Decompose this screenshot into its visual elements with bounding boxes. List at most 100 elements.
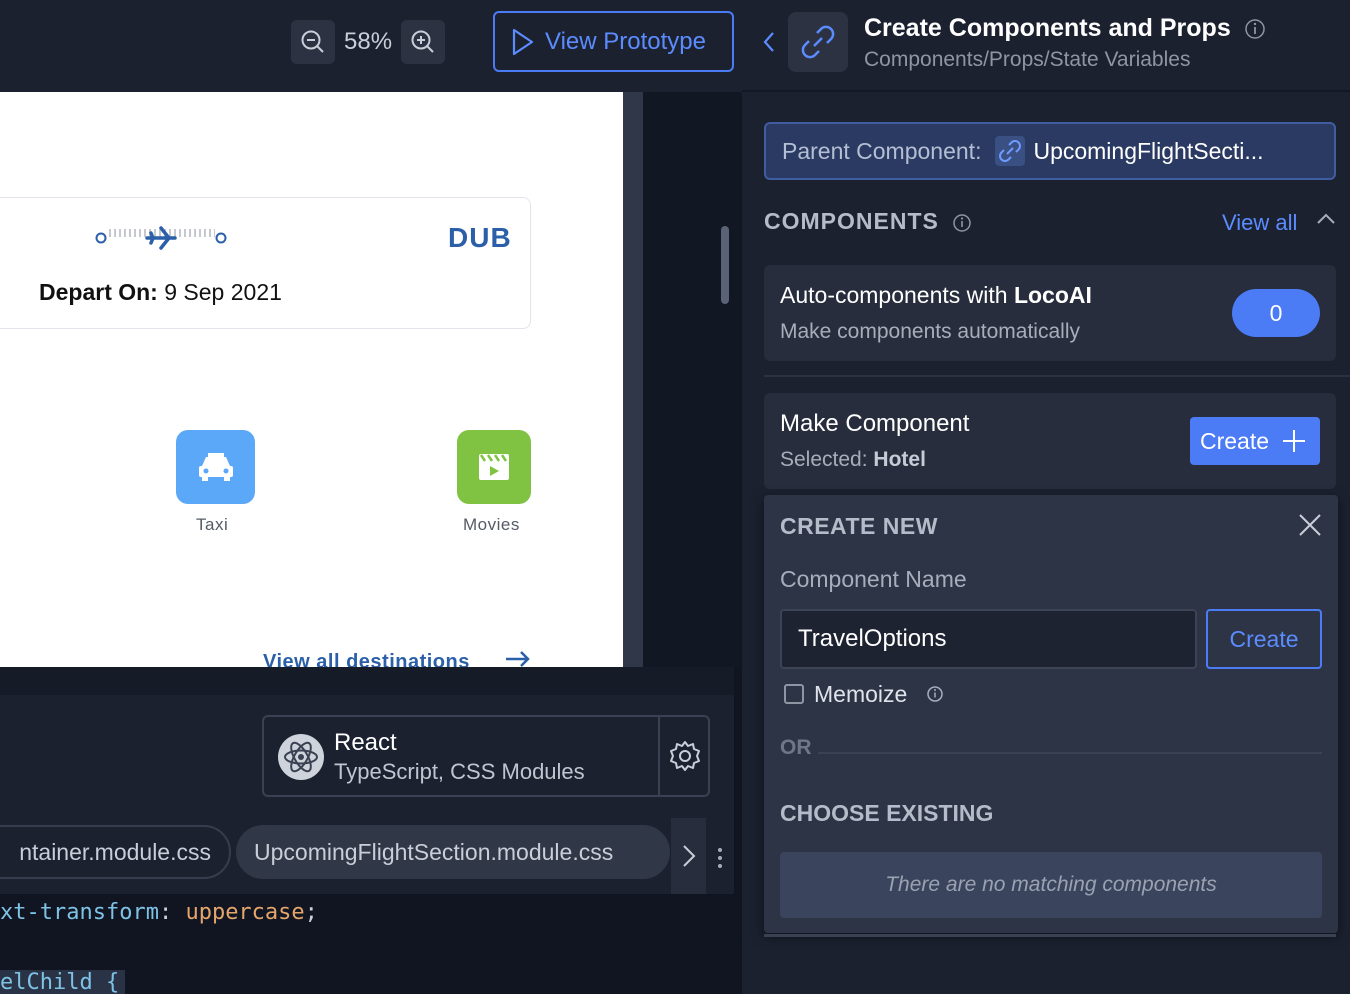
components-heading-text: COMPONENTS	[764, 208, 939, 234]
movies-tile[interactable]	[457, 430, 531, 504]
auto-title-brand: LocoAI	[1013, 282, 1092, 308]
components-heading: COMPONENTS	[764, 208, 972, 235]
movie-icon	[479, 454, 509, 480]
canvas-scrollbar[interactable]	[721, 226, 729, 304]
chevron-right-icon	[682, 845, 695, 867]
zoom-in-button[interactable]	[401, 20, 445, 64]
flight-route-icon	[95, 226, 227, 250]
code-property: xt-transform	[0, 900, 159, 925]
divider	[658, 717, 660, 795]
artboard-edge	[623, 92, 643, 667]
create-new-button[interactable]: Create	[1206, 609, 1322, 669]
view-all-link[interactable]: View all	[1222, 210, 1297, 236]
auto-components-title: Auto-components with LocoAI	[780, 282, 1092, 309]
make-component-title: Make Component	[780, 410, 970, 437]
view-prototype-label: View Prototype	[545, 27, 706, 55]
divider	[818, 752, 1322, 754]
memoize-checkbox[interactable]	[784, 684, 804, 704]
more-vertical-icon	[718, 848, 722, 868]
memoize-info-button[interactable]	[926, 685, 944, 708]
app-root: 58% View Prototype DUB Depart On: 9 Sep …	[0, 0, 1350, 994]
create-component-button[interactable]: Create	[1190, 417, 1320, 465]
code-line: elChild {	[0, 970, 126, 994]
code-value: uppercase	[185, 900, 305, 925]
empty-state-message: There are no matching components	[780, 852, 1322, 918]
close-button[interactable]	[1298, 513, 1322, 542]
file-tab-active[interactable]: UpcomingFlightSection.module.css	[236, 825, 670, 879]
panel-title: Create Components and Props	[864, 14, 1266, 43]
chevron-left-icon	[763, 32, 774, 52]
view-all-destinations-label: View all destinations	[263, 651, 470, 667]
depart-label: Depart On:	[39, 279, 158, 305]
plus-icon	[1283, 430, 1306, 452]
back-button[interactable]	[762, 30, 776, 59]
zoom-out-button[interactable]	[291, 20, 335, 64]
movies-label: Movies	[463, 515, 520, 534]
file-tab-label: ntainer.module.css	[19, 838, 211, 865]
taxi-tile[interactable]	[176, 430, 255, 504]
chevron-up-icon	[1317, 213, 1335, 224]
tab-more-button[interactable]	[712, 845, 728, 876]
component-link-icon	[788, 12, 848, 72]
gear-icon	[670, 741, 700, 771]
code-line: xt-transform: uppercase;	[0, 900, 318, 925]
zoom-level: 58%	[344, 28, 393, 55]
canvas-toolbar: 58% View Prototype	[0, 0, 742, 92]
info-icon[interactable]	[952, 213, 972, 233]
create-new-popover: CREATE NEW Component Name Create Memoize…	[764, 495, 1338, 933]
panel-splitter[interactable]	[0, 667, 734, 695]
divider	[764, 375, 1350, 377]
panel-subtitle: Components/Props/State Variables	[864, 48, 1191, 71]
framework-details: TypeScript, CSS Modules	[334, 759, 585, 784]
depart-date: 9 Sep 2021	[164, 279, 282, 305]
info-icon[interactable]	[1244, 18, 1266, 40]
auto-components-card[interactable]: Auto-components with LocoAI Make compone…	[764, 265, 1336, 361]
parent-component-label: Parent Component:	[782, 137, 982, 164]
view-prototype-button[interactable]: View Prototype	[493, 11, 734, 72]
taxi-icon	[198, 453, 233, 481]
create-new-heading: CREATE NEW	[780, 513, 938, 539]
divider	[764, 934, 1336, 937]
code-sep: :	[158, 900, 186, 925]
artboard: DUB Depart On: 9 Sep 2021 Taxi Movies Vi…	[0, 92, 623, 667]
file-tab[interactable]: ntainer.module.css	[0, 825, 231, 879]
destination-code: DUB	[448, 222, 512, 253]
zoom-out-icon	[301, 30, 324, 53]
make-component-card: Make Component Selected: Hotel Create	[764, 393, 1336, 489]
component-name-label: Component Name	[780, 566, 967, 592]
collapse-components-button[interactable]	[1316, 212, 1336, 231]
framework-settings-button[interactable]	[668, 739, 702, 778]
info-icon	[927, 686, 943, 702]
selected-value: Hotel	[873, 448, 926, 471]
component-name-input[interactable]	[780, 609, 1197, 669]
memoize-label: Memoize	[814, 681, 908, 707]
auto-components-subtitle: Make components automatically	[780, 320, 1080, 343]
file-tab-label: UpcomingFlightSection.module.css	[254, 838, 614, 865]
code-end: ;	[304, 900, 318, 925]
panel-header: Create Components and Props Components/P…	[742, 0, 1350, 92]
auto-components-count[interactable]: 0	[1232, 289, 1320, 337]
auto-title-prefix: Auto-components with	[780, 282, 1014, 308]
depart-info: Depart On: 9 Sep 2021	[39, 279, 282, 306]
view-all-destinations-link[interactable]: View all destinations	[263, 650, 532, 667]
components-panel: Create Components and Props Components/P…	[742, 0, 1350, 994]
flight-card[interactable]	[0, 197, 531, 329]
link-icon	[995, 136, 1026, 166]
code-editor[interactable]: xt-transform: uppercase; elChild {	[0, 894, 734, 994]
tab-scroll-right-button[interactable]	[671, 818, 706, 894]
choose-existing-heading: CHOOSE EXISTING	[780, 800, 994, 826]
arrow-right-icon	[505, 651, 530, 667]
parent-component-field[interactable]: Parent Component: UpcomingFlightSecti...	[764, 122, 1336, 180]
selected-info: Selected: Hotel	[780, 448, 926, 472]
framework-selector[interactable]: React TypeScript, CSS Modules	[262, 715, 710, 797]
or-separator-label: OR	[780, 736, 812, 759]
selected-label: Selected:	[780, 448, 868, 471]
zoom-in-icon	[411, 30, 434, 53]
close-icon	[1299, 514, 1321, 536]
react-logo-icon	[278, 734, 324, 780]
create-component-label: Create	[1200, 427, 1270, 454]
play-icon	[512, 28, 534, 55]
parent-component-value: UpcomingFlightSecti...	[1033, 137, 1264, 164]
taxi-label: Taxi	[196, 515, 229, 534]
framework-name: React	[334, 729, 397, 756]
